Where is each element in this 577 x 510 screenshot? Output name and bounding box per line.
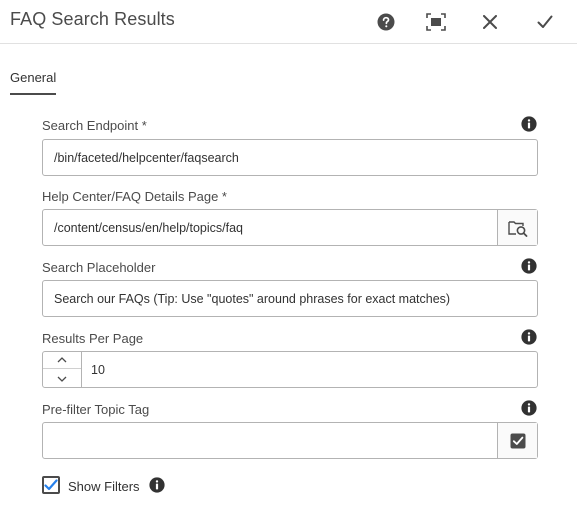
dialog-title: FAQ Search Results [10, 9, 175, 29]
info-icon[interactable] [521, 258, 537, 274]
fullscreen-button[interactable] [424, 10, 448, 34]
info-icon[interactable] [521, 400, 537, 416]
tag-picker-icon [510, 433, 525, 448]
show-filters-checkbox[interactable] [42, 476, 60, 494]
close-icon [483, 15, 497, 29]
search-placeholder-label: Search Placeholder [42, 260, 156, 275]
help-icon [377, 13, 395, 31]
search-placeholder-value: Search our FAQs (Tip: Use "quotes" aroun… [54, 292, 451, 306]
browse-icon [507, 220, 527, 237]
show-filters-label[interactable]: Show Filters [68, 479, 140, 494]
results-per-page-field[interactable]: 10 [42, 351, 538, 388]
results-per-page-label: Results Per Page [42, 331, 144, 346]
search-endpoint-field[interactable]: /bin/faceted/helpcenter/faqsearch [42, 139, 538, 176]
checkmark-icon [44, 479, 58, 491]
stepper-increment-button[interactable] [43, 352, 81, 369]
info-icon[interactable] [149, 477, 165, 493]
prefilter-tag-field[interactable] [42, 422, 538, 459]
search-endpoint-value: /bin/faceted/helpcenter/faqsearch [54, 151, 239, 165]
details-page-value: /content/census/en/help/topics/faq [54, 221, 244, 235]
done-check-icon [537, 15, 553, 28]
tab-general[interactable]: General [10, 70, 57, 95]
info-icon[interactable] [521, 116, 537, 132]
dialog-header: FAQ Search Results [0, 0, 577, 44]
quantity-stepper [43, 352, 82, 387]
results-per-page-value: 10 [91, 363, 105, 377]
search-endpoint-label: Search Endpoint * [42, 118, 147, 133]
stepper-decrement-button[interactable] [43, 370, 81, 387]
info-icon[interactable] [521, 329, 537, 345]
browse-button[interactable] [497, 210, 537, 245]
close-button[interactable] [478, 10, 502, 34]
search-placeholder-field[interactable]: Search our FAQs (Tip: Use "quotes" aroun… [42, 280, 538, 317]
tag-picker-button[interactable] [497, 423, 537, 458]
details-page-field[interactable]: /content/census/en/help/topics/faq [42, 209, 538, 246]
details-page-label: Help Center/FAQ Details Page * [42, 189, 227, 204]
chevron-up-icon [57, 357, 67, 363]
done-button[interactable] [533, 10, 557, 34]
chevron-down-icon [57, 376, 67, 382]
fullscreen-icon [426, 13, 446, 31]
help-button[interactable] [374, 10, 398, 34]
prefilter-tag-label: Pre-filter Topic Tag [42, 402, 150, 417]
